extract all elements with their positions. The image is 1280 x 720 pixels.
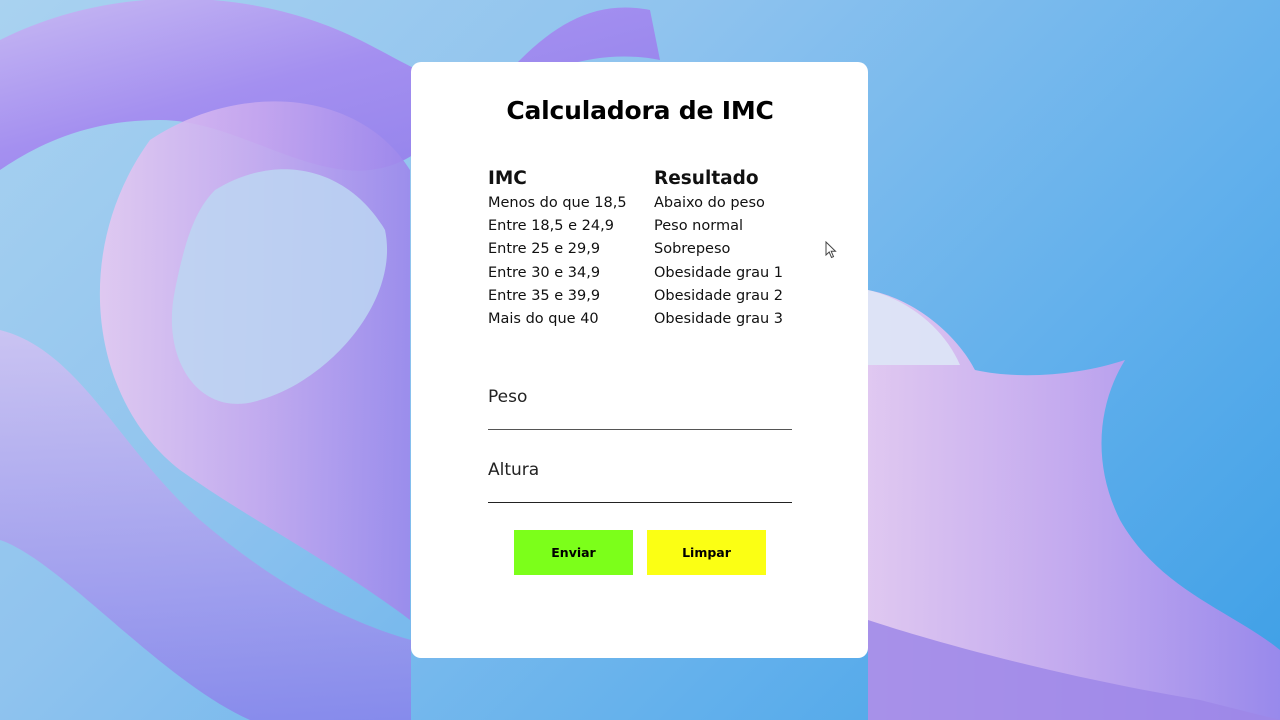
table-cell: Sobrepeso [654,241,731,258]
table-cell: Abaixo do peso [654,195,765,211]
height-field [488,457,792,503]
mouse-pointer-icon [825,240,837,263]
table-cell: Obesidade grau 3 [654,310,784,327]
page-title: Calculadora de IMC [506,96,774,125]
table-column-imc: IMC Menos do que 18,5 Entre 18,5 e 24,9 … [488,166,627,331]
table-cell: Mais do que 40 [488,310,599,327]
table-cell: Peso normal [654,218,743,235]
weight-input[interactable] [488,384,792,410]
height-input[interactable] [488,457,792,483]
table-cell: Entre 25 e 29,9 [488,241,601,258]
table-header-resultado: Resultado [654,168,759,189]
table-cell: Entre 35 e 39,9 [488,287,601,304]
table-header-imc: IMC [488,168,527,189]
table-column-resultado: Resultado Abaixo do peso Peso normal Sob… [654,166,783,331]
send-button[interactable]: Enviar [514,530,633,575]
table-cell: Entre 30 e 34,9 [488,264,601,281]
table-cell: Obesidade grau 1 [654,264,784,281]
weight-field [488,384,792,430]
clear-button[interactable]: Limpar [647,530,766,575]
table-cell: Entre 18,5 e 24,9 [488,218,614,235]
bmi-calculator-card [411,62,868,658]
table-cell: Menos do que 18,5 [488,195,627,211]
table-cell: Obesidade grau 2 [654,287,784,304]
